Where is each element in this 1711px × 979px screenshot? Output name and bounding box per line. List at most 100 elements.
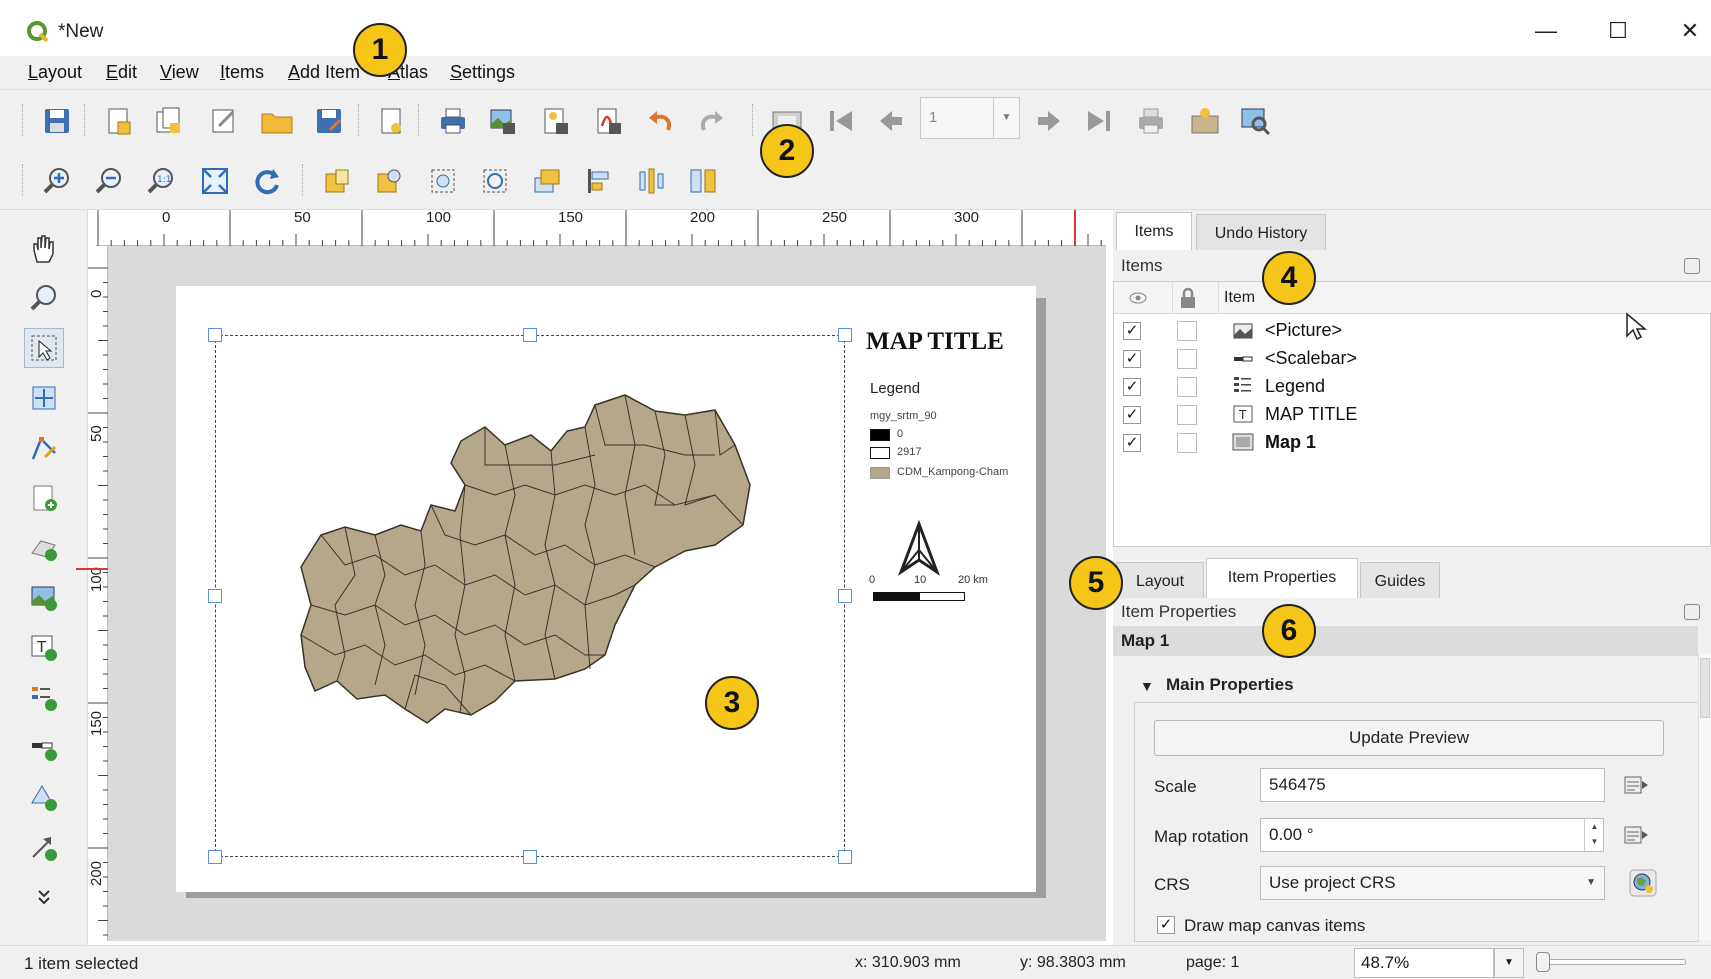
eye-icon[interactable] xyxy=(1128,290,1148,306)
legend-title[interactable]: Legend xyxy=(870,380,920,397)
distribute-icon[interactable] xyxy=(632,162,670,200)
resize-icon[interactable] xyxy=(684,162,722,200)
tab-layout[interactable]: Layout xyxy=(1116,562,1204,598)
add-shape-icon[interactable] xyxy=(24,778,64,818)
move-content-icon[interactable] xyxy=(24,378,64,418)
lock-checkbox[interactable] xyxy=(1177,377,1197,397)
add-label-icon[interactable]: T xyxy=(24,628,64,668)
item-label[interactable]: Map 1 xyxy=(1265,432,1316,453)
lock-checkbox[interactable] xyxy=(1177,349,1197,369)
item-row[interactable]: ✓ <Scalebar> xyxy=(1114,345,1711,373)
maximize-button[interactable]: ☐ xyxy=(1598,14,1638,48)
lock-checkbox[interactable] xyxy=(1177,405,1197,425)
rotation-spin-buttons[interactable]: ▲ ▼ xyxy=(1584,819,1604,851)
menu-edit[interactable]: Edit xyxy=(106,62,137,83)
lock-checkbox[interactable] xyxy=(1177,321,1197,341)
export-image-icon[interactable] xyxy=(484,102,522,140)
zoom-combo[interactable]: 48.7% xyxy=(1354,948,1494,978)
scale-input[interactable]: 546475 xyxy=(1260,768,1605,802)
scrollbar-thumb[interactable] xyxy=(1700,658,1710,718)
add-legend-icon[interactable] xyxy=(24,678,64,718)
resize-handle[interactable] xyxy=(838,850,852,864)
visibility-checkbox[interactable]: ✓ xyxy=(1123,350,1141,368)
close-button[interactable]: ✕ xyxy=(1670,14,1710,48)
draw-canvas-items-checkbox[interactable]: ✓ xyxy=(1157,916,1175,934)
first-feature-icon[interactable] xyxy=(822,102,860,140)
atlas-page-spinbox[interactable]: 1 ▼ xyxy=(920,97,1020,139)
scalebar-segment[interactable] xyxy=(919,592,965,601)
update-preview-button[interactable]: Update Preview xyxy=(1154,720,1664,756)
visibility-checkbox[interactable]: ✓ xyxy=(1123,434,1141,452)
collapse-arrow-icon[interactable]: ▼ xyxy=(1140,678,1154,694)
last-feature-icon[interactable] xyxy=(1080,102,1118,140)
float-panel-icon[interactable] xyxy=(1684,604,1700,620)
export-pdf-icon[interactable] xyxy=(590,102,628,140)
data-defined-override-icon[interactable] xyxy=(1618,768,1652,802)
zoom-tool-icon[interactable] xyxy=(24,278,64,318)
chevron-down-icon[interactable]: ▼ xyxy=(1494,948,1524,978)
zoom-slider-handle[interactable] xyxy=(1536,952,1550,972)
pan-icon[interactable] xyxy=(24,228,64,268)
duplicate-layout-icon[interactable] xyxy=(150,102,188,140)
undo-icon[interactable] xyxy=(642,102,680,140)
refresh-icon[interactable] xyxy=(248,162,286,200)
tab-item-properties[interactable]: Item Properties xyxy=(1206,558,1358,598)
minimize-button[interactable]: — xyxy=(1526,14,1566,48)
add-page-icon[interactable] xyxy=(372,102,410,140)
properties-scrollbar[interactable] xyxy=(1698,654,1711,940)
align-left-icon[interactable] xyxy=(580,162,618,200)
menu-settings[interactable]: Settings xyxy=(450,62,515,83)
print-atlas-icon[interactable] xyxy=(1132,102,1170,140)
zoom-slider[interactable] xyxy=(1536,959,1686,965)
menu-add-item[interactable]: Add Item xyxy=(288,62,360,83)
item-label[interactable]: Legend xyxy=(1265,376,1325,397)
resize-handle[interactable] xyxy=(208,328,222,342)
add-page-tool-icon[interactable] xyxy=(24,478,64,518)
lock-checkbox[interactable] xyxy=(1177,433,1197,453)
redo-icon[interactable] xyxy=(692,102,730,140)
edit-nodes-icon[interactable] xyxy=(24,428,64,468)
visibility-checkbox[interactable]: ✓ xyxy=(1123,378,1141,396)
item-label[interactable]: <Scalebar> xyxy=(1265,348,1357,369)
resize-handle[interactable] xyxy=(838,328,852,342)
resize-handle[interactable] xyxy=(208,589,222,603)
group-items-icon[interactable] xyxy=(424,162,462,200)
item-label[interactable]: MAP TITLE xyxy=(1265,404,1357,425)
item-row[interactable]: ✓ <Picture> xyxy=(1114,317,1711,345)
zoom-full-icon[interactable] xyxy=(196,162,234,200)
zoom-in-icon[interactable] xyxy=(38,162,76,200)
data-defined-override-icon[interactable] xyxy=(1618,818,1652,852)
layout-manager-icon[interactable] xyxy=(205,102,243,140)
add-arrow-icon[interactable] xyxy=(24,828,64,868)
tab-items[interactable]: Items xyxy=(1116,212,1192,250)
item-row[interactable]: ✓ Legend xyxy=(1114,373,1711,401)
atlas-settings-icon[interactable] xyxy=(1236,102,1274,140)
add-scalebar-icon[interactable] xyxy=(24,728,64,768)
visibility-checkbox[interactable]: ✓ xyxy=(1123,322,1141,340)
new-layout-icon[interactable] xyxy=(100,102,138,140)
next-feature-icon[interactable] xyxy=(1030,102,1068,140)
menu-view[interactable]: View xyxy=(160,62,199,83)
save-template-icon[interactable] xyxy=(310,102,348,140)
select-move-icon[interactable] xyxy=(24,328,64,368)
lock-items-icon[interactable] xyxy=(318,162,356,200)
export-atlas-icon[interactable] xyxy=(1186,102,1224,140)
map-selection-frame[interactable] xyxy=(215,335,845,857)
chevron-down-icon[interactable]: ▼ xyxy=(1586,867,1596,899)
float-panel-icon[interactable] xyxy=(1684,258,1700,274)
open-template-icon[interactable] xyxy=(258,102,296,140)
item-label[interactable]: <Picture> xyxy=(1265,320,1342,341)
unlock-items-icon[interactable] xyxy=(370,162,408,200)
resize-handle[interactable] xyxy=(208,850,222,864)
item-column-header[interactable]: Item xyxy=(1224,289,1255,307)
tab-guides[interactable]: Guides xyxy=(1360,562,1440,598)
crs-select[interactable]: Use project CRS ▼ xyxy=(1260,866,1605,900)
tab-undo-history[interactable]: Undo History xyxy=(1196,214,1326,250)
print-icon[interactable] xyxy=(434,102,472,140)
item-row[interactable]: ✓ T MAP TITLE xyxy=(1114,401,1711,429)
zoom-out-icon[interactable] xyxy=(90,162,128,200)
crs-globe-icon[interactable] xyxy=(1626,866,1660,900)
zoom-actual-icon[interactable]: 1:1 xyxy=(142,162,180,200)
group-title[interactable]: Main Properties xyxy=(1166,675,1294,695)
resize-handle[interactable] xyxy=(523,328,537,342)
